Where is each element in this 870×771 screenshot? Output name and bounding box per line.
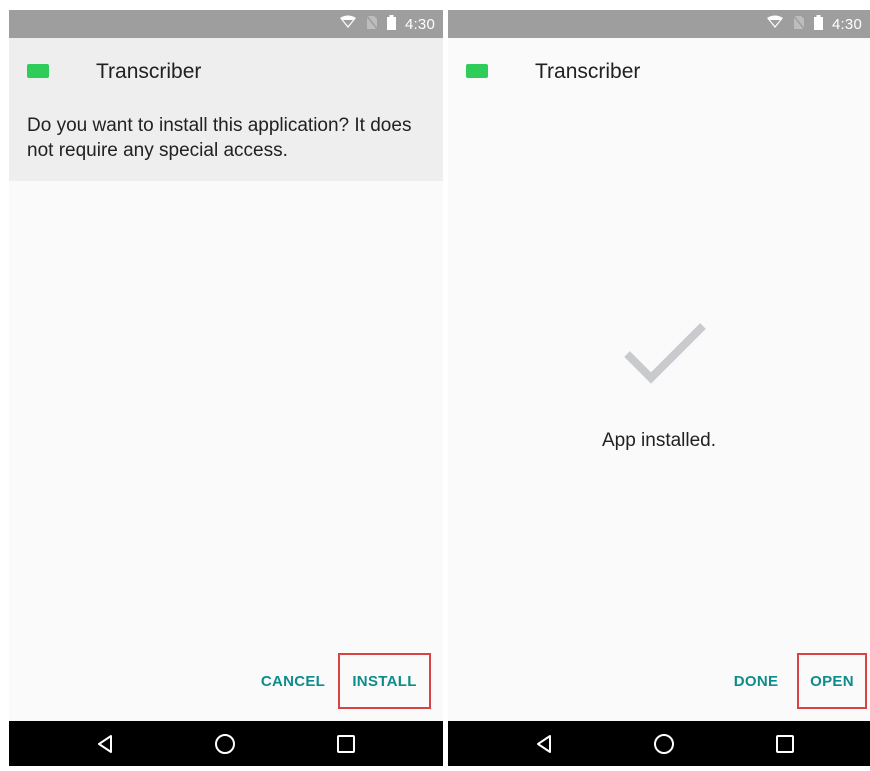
app-icon bbox=[27, 64, 49, 78]
back-icon[interactable] bbox=[75, 721, 135, 766]
status-time: 4:30 bbox=[832, 15, 862, 33]
status-bar: 4:30 bbox=[448, 10, 870, 38]
install-complete-screen: 4:30 Transcriber App installed. DONE OPE… bbox=[448, 10, 870, 766]
install-header: Transcriber Do you want to install this … bbox=[9, 38, 443, 181]
checkmark-icon bbox=[624, 323, 706, 384]
home-icon[interactable] bbox=[195, 721, 255, 766]
app-title: Transcriber bbox=[535, 60, 641, 83]
install-button[interactable]: INSTALL bbox=[338, 653, 431, 709]
cancel-button[interactable]: CANCEL bbox=[254, 653, 332, 709]
installed-message: App installed. bbox=[601, 430, 717, 451]
install-prompt-screen: 4:30 Transcriber Do you want to install … bbox=[9, 10, 443, 766]
status-icons: 4:30 bbox=[766, 10, 862, 38]
wifi-icon bbox=[766, 15, 784, 33]
app-icon bbox=[466, 64, 488, 78]
back-icon[interactable] bbox=[514, 721, 574, 766]
no-sim-icon bbox=[792, 14, 806, 34]
navigation-bar bbox=[9, 721, 443, 766]
status-bar: 4:30 bbox=[9, 10, 443, 38]
battery-icon bbox=[387, 14, 396, 34]
app-title: Transcriber bbox=[96, 60, 202, 83]
wifi-icon bbox=[339, 15, 357, 33]
recents-icon[interactable] bbox=[316, 721, 376, 766]
install-prompt-text: Do you want to install this application?… bbox=[27, 115, 412, 161]
recents-icon[interactable] bbox=[755, 721, 815, 766]
navigation-bar bbox=[448, 721, 870, 766]
install-header: Transcriber bbox=[448, 38, 870, 118]
done-button[interactable]: DONE bbox=[724, 653, 788, 709]
open-button[interactable]: OPEN bbox=[797, 653, 867, 709]
home-icon[interactable] bbox=[634, 721, 694, 766]
status-icons: 4:30 bbox=[339, 10, 435, 38]
battery-icon bbox=[814, 14, 823, 34]
no-sim-icon bbox=[365, 14, 379, 34]
status-time: 4:30 bbox=[405, 15, 435, 33]
